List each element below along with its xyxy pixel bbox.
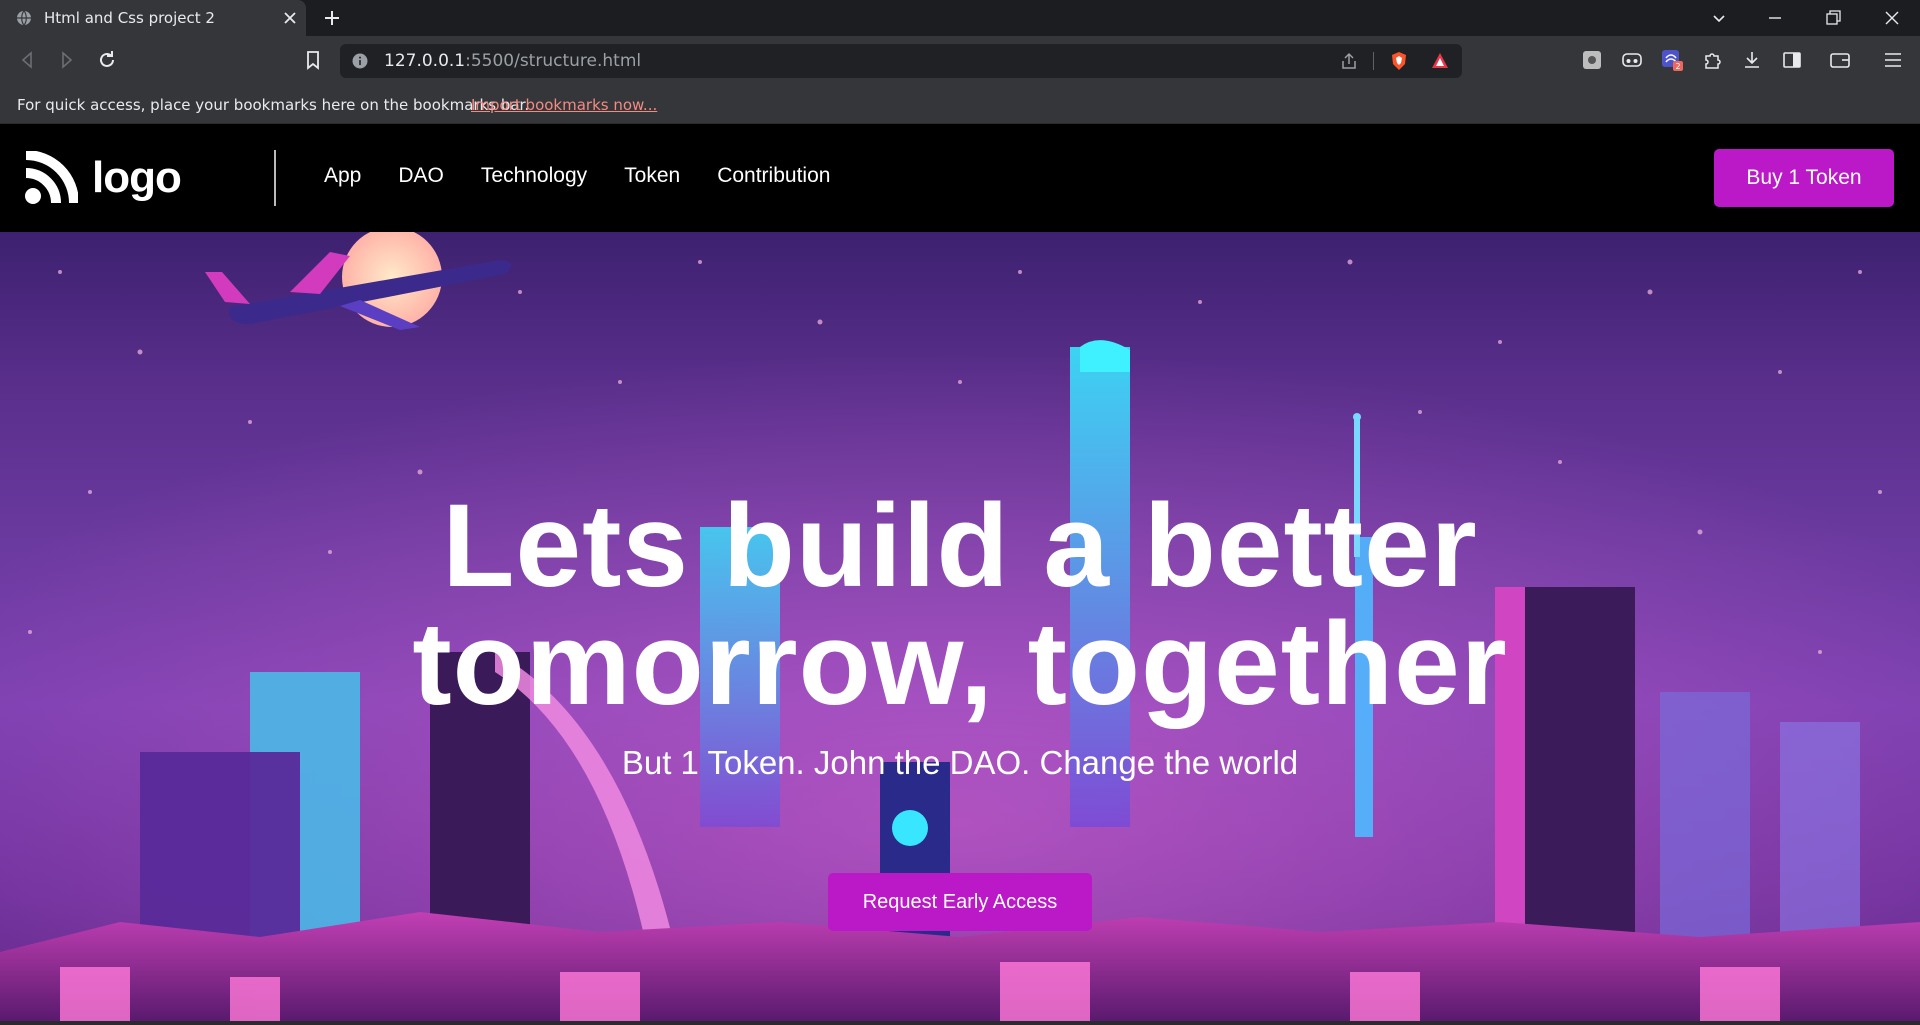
tab-search-icon[interactable]	[1709, 8, 1729, 28]
nav-divider	[274, 150, 276, 206]
close-icon[interactable]	[281, 9, 299, 27]
logo-text: logo	[92, 153, 182, 202]
rss-logo-icon	[25, 151, 78, 204]
window-close-icon[interactable]	[1882, 8, 1902, 28]
restore-icon[interactable]	[1823, 8, 1843, 28]
tab-strip: Html and Css project 2	[0, 0, 1920, 36]
hero-title: Lets build a better tomorrow, together	[0, 487, 1920, 723]
nav-links: App DAO Technology Token Contribution	[324, 164, 830, 188]
extension-glasses-icon[interactable]	[1621, 49, 1643, 71]
site-navbar: logo App DAO Technology Token Contributi…	[0, 124, 1920, 232]
address-bar[interactable]: 127.0.0.1:5500/structure.html	[340, 44, 1462, 78]
new-tab-icon[interactable]	[322, 8, 342, 28]
back-icon[interactable]	[16, 49, 38, 71]
web-page: logo App DAO Technology Token Contributi…	[0, 124, 1920, 1021]
bookmark-icon[interactable]	[302, 49, 324, 71]
wallet-icon[interactable]	[1829, 49, 1851, 71]
buy-token-button[interactable]: Buy 1 Token	[1714, 149, 1894, 207]
minimize-icon[interactable]	[1765, 8, 1785, 28]
page-bottom-edge	[0, 1021, 1920, 1025]
brave-rewards-icon[interactable]	[1430, 51, 1450, 71]
hero-title-line2: tomorrow, together	[412, 598, 1508, 730]
browser-toolbar: 127.0.0.1:5500/structure.html 2	[0, 36, 1920, 86]
extension-wallet-icon[interactable]: 2	[1661, 49, 1683, 71]
site-logo[interactable]: logo	[24, 150, 182, 206]
nav-link-app[interactable]: App	[324, 164, 361, 188]
hero-title-line1: Lets build a better	[442, 480, 1478, 612]
brave-shield-icon[interactable]	[1389, 51, 1409, 71]
tab-title: Html and Css project 2	[44, 9, 215, 27]
extensions-puzzle-icon[interactable]	[1701, 49, 1723, 71]
menu-icon[interactable]	[1882, 49, 1904, 71]
download-icon[interactable]	[1741, 49, 1763, 71]
extension-screenshot-icon[interactable]	[1581, 49, 1603, 71]
bookmarks-prompt: For quick access, place your bookmarks h…	[17, 96, 530, 114]
url-text: 127.0.0.1:5500/structure.html	[384, 51, 642, 71]
share-icon[interactable]	[1339, 51, 1359, 71]
nav-link-token[interactable]: Token	[624, 164, 680, 188]
nav-link-technology[interactable]: Technology	[481, 164, 587, 188]
omnibox-divider	[1373, 52, 1374, 70]
reload-icon[interactable]	[96, 49, 118, 71]
nav-link-dao[interactable]: DAO	[398, 164, 444, 188]
globe-icon	[17, 10, 31, 26]
request-early-access-button[interactable]: Request Early Access	[828, 873, 1092, 931]
nav-link-contribution[interactable]: Contribution	[717, 164, 830, 188]
sidebar-icon[interactable]	[1781, 49, 1803, 71]
import-bookmarks-link[interactable]: Import bookmarks now...	[471, 96, 657, 114]
site-info-icon[interactable]	[352, 53, 368, 69]
hero-section: Lets build a better tomorrow, together B…	[0, 232, 1920, 1021]
forward-icon[interactable]	[56, 49, 78, 71]
extension-badge: 2	[1675, 62, 1680, 71]
browser-tab[interactable]: Html and Css project 2	[0, 0, 306, 36]
bookmarks-bar: For quick access, place your bookmarks h…	[0, 86, 1920, 124]
hero-subtitle: But 1 Token. John the DAO. Change the wo…	[621, 744, 1299, 781]
